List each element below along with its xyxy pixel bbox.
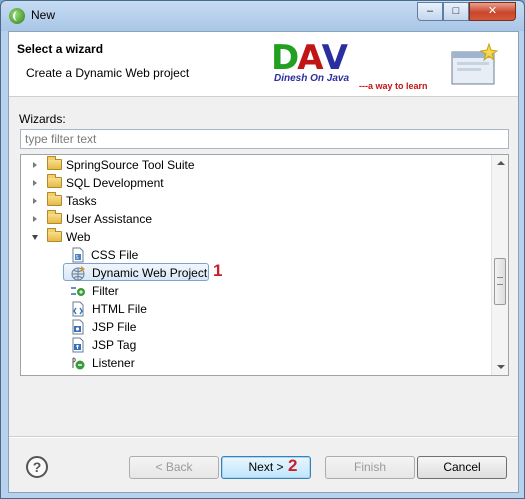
- new-wizard-window: New – □ ✕ Select a wizard Create a Dynam…: [0, 0, 525, 499]
- tree-item-label: Filter: [92, 284, 119, 298]
- tree-item-html-file[interactable]: HTML File: [21, 300, 491, 318]
- tree-item-label: Listener: [92, 356, 135, 370]
- tree-folder-user-assistance[interactable]: User Assistance: [21, 210, 491, 228]
- tree-folder-sql-development[interactable]: SQL Development: [21, 174, 491, 192]
- tree-folder-label: User Assistance: [66, 212, 153, 226]
- wizard-banner-icon: [451, 42, 499, 85]
- scroll-up-arrow-icon[interactable]: [497, 161, 505, 165]
- html-file-icon: [72, 301, 84, 317]
- folder-icon: [47, 174, 62, 188]
- jsp-file-icon: [72, 319, 84, 335]
- collapsed-arrow-icon[interactable]: [33, 216, 37, 222]
- tree-folder-label: Tasks: [66, 194, 97, 208]
- tree-folder-label: SpringSource Tool Suite: [66, 158, 195, 172]
- tree-item-css-file[interactable]: S CSS File: [21, 246, 491, 264]
- tree-folder-springsource[interactable]: SpringSource Tool Suite: [21, 156, 491, 174]
- open-folder-icon: [47, 228, 62, 242]
- wizard-banner: Select a wizard Create a Dynamic Web pro…: [9, 32, 518, 97]
- tree-item-jsp-file[interactable]: JSP File: [21, 318, 491, 336]
- cancel-button[interactable]: Cancel: [417, 456, 507, 479]
- tree-item-label: JSP File: [92, 320, 137, 334]
- tree-folder-label: SQL Development: [66, 176, 164, 190]
- next-button[interactable]: Next >: [221, 456, 311, 479]
- tree-item-label: CSS File: [91, 248, 139, 262]
- minimize-button[interactable]: –: [417, 2, 443, 21]
- tree-item-listener[interactable]: Listener: [21, 354, 491, 372]
- logo-letters: DAV: [271, 38, 348, 78]
- filter-input[interactable]: [20, 129, 509, 149]
- dav-logo: DAV Dinesh On Java ---a way to learn: [271, 38, 441, 94]
- logo-subtitle: Dinesh On Java: [274, 73, 350, 84]
- folder-icon: [47, 192, 62, 206]
- filter-icon: [71, 287, 85, 296]
- collapsed-arrow-icon[interactable]: [33, 180, 37, 186]
- collapsed-arrow-icon[interactable]: [33, 162, 37, 168]
- jsp-tag-icon: [72, 337, 84, 353]
- scroll-down-arrow-icon[interactable]: [497, 365, 505, 369]
- logo-letter-a: A: [297, 38, 323, 78]
- css-file-icon: S: [72, 247, 84, 263]
- tree-item-label: JSP Tag: [92, 338, 137, 352]
- finish-button[interactable]: Finish: [325, 456, 415, 479]
- dynamic-web-project-icon: [71, 266, 85, 281]
- expanded-arrow-icon[interactable]: [32, 235, 38, 240]
- tree-vertical-scrollbar[interactable]: [491, 155, 508, 375]
- wizard-tree[interactable]: SpringSource Tool Suite SQL Development …: [20, 154, 509, 376]
- collapsed-arrow-icon[interactable]: [33, 198, 37, 204]
- title-bar[interactable]: New – □ ✕: [1, 1, 524, 30]
- dialog-client-area: Select a wizard Create a Dynamic Web pro…: [8, 31, 519, 493]
- banner-description: Create a Dynamic Web project: [26, 66, 190, 80]
- tree-item-jsp-tag[interactable]: JSP Tag: [21, 336, 491, 354]
- svg-text:S: S: [76, 255, 79, 261]
- sts-app-icon: [9, 8, 25, 24]
- back-button[interactable]: < Back: [129, 456, 219, 479]
- tree-item-label: HTML File: [92, 302, 147, 316]
- tree-folder-web[interactable]: Web: [21, 228, 491, 246]
- tree-folder-label: Web: [66, 230, 91, 244]
- banner-title: Select a wizard: [17, 42, 104, 56]
- logo-letter-d: D: [271, 38, 299, 78]
- close-button[interactable]: ✕: [469, 2, 516, 21]
- step-2-annotation: 2: [288, 456, 298, 475]
- tree-folder-tasks[interactable]: Tasks: [21, 192, 491, 210]
- tree-item-label: Dynamic Web Project: [92, 266, 208, 280]
- maximize-button[interactable]: □: [443, 2, 469, 21]
- folder-icon: [47, 156, 62, 170]
- window-title: New: [31, 8, 56, 22]
- wizards-label: Wizards:: [19, 112, 66, 126]
- button-bar-divider: [9, 436, 518, 438]
- scrollbar-thumb[interactable]: [494, 258, 506, 305]
- logo-letter-v: V: [321, 38, 348, 78]
- logo-tagline: ---a way to learn: [359, 81, 428, 91]
- help-icon[interactable]: ?: [26, 456, 48, 478]
- folder-icon: [47, 210, 62, 224]
- step-1-annotation: 1: [213, 261, 223, 280]
- tree-item-dynamic-web-project[interactable]: Dynamic Web Project: [21, 264, 491, 282]
- listener-icon: [72, 357, 85, 370]
- tree-item-filter[interactable]: Filter: [21, 282, 491, 300]
